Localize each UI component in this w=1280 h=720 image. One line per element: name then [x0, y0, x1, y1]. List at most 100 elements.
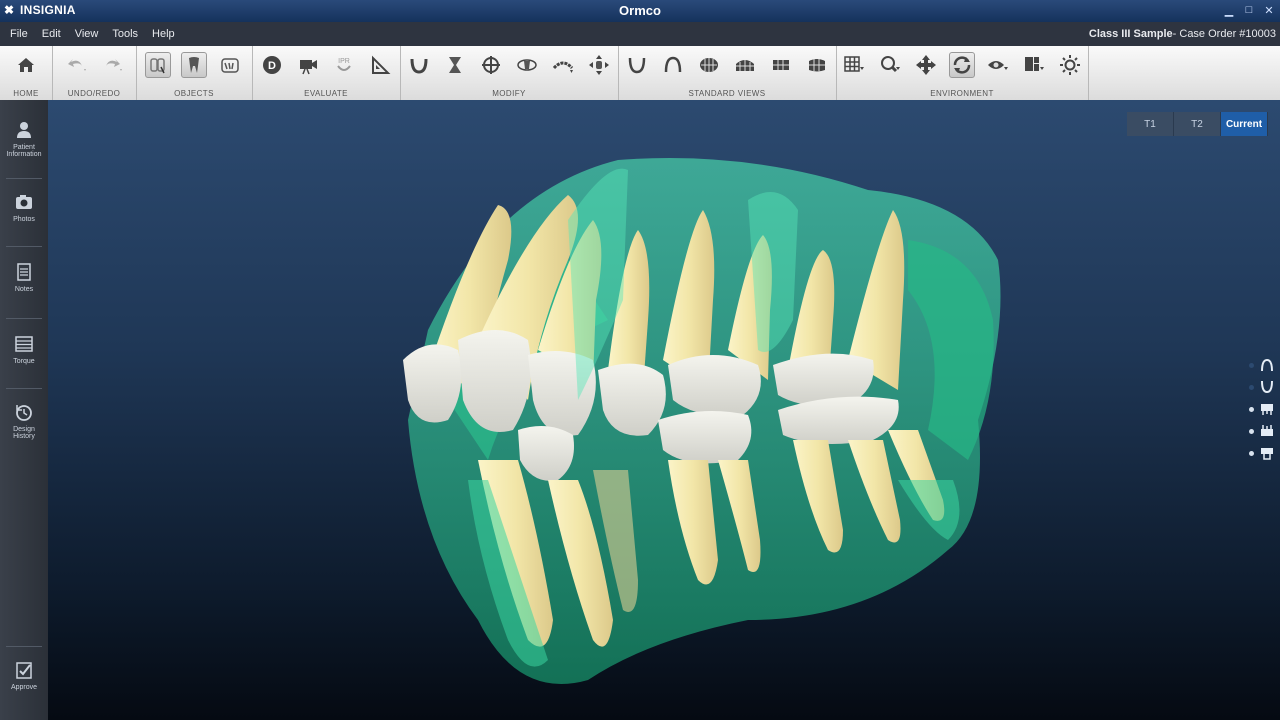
- lower-arch-toggle[interactable]: [1249, 378, 1274, 396]
- sidebar-item-design-history[interactable]: Design History: [4, 396, 44, 460]
- case-name: Class III Sample: [1088, 28, 1173, 40]
- rotate-tooth-icon: [517, 59, 537, 71]
- sidebar-item-patient-information[interactable]: Patient Information: [4, 114, 44, 178]
- view-front-button[interactable]: [696, 52, 722, 78]
- spacing-button[interactable]: [442, 52, 468, 78]
- zoom-button[interactable]: [877, 52, 903, 78]
- sidebar-divider: [6, 246, 42, 247]
- undo-icon: [68, 59, 86, 71]
- group-label: HOME: [13, 89, 39, 98]
- lighting-button[interactable]: [1057, 52, 1083, 78]
- lower-teeth-toggle[interactable]: [1249, 422, 1274, 440]
- view-right-button[interactable]: [768, 52, 794, 78]
- sidebar-item-label: Notes: [14, 286, 34, 293]
- svg-text:IPR: IPR: [338, 58, 350, 65]
- view-left-button[interactable]: [804, 52, 830, 78]
- lower-teeth-icon: [1261, 425, 1273, 436]
- lower-crown: [658, 411, 752, 464]
- objects-arch-button[interactable]: [217, 52, 243, 78]
- layout-icon: [1025, 57, 1044, 71]
- timepoint-tabs: T1 T2 Current: [1127, 112, 1268, 136]
- lower-arch-icon: [628, 57, 646, 74]
- tab-current[interactable]: Current: [1221, 112, 1268, 136]
- layout-button[interactable]: [1021, 52, 1047, 78]
- group-label: MODIFY: [492, 89, 526, 98]
- close-icon[interactable]: ✕: [1262, 2, 1276, 18]
- distance-button[interactable]: D: [259, 52, 285, 78]
- sidebar-divider: [6, 178, 42, 179]
- menu-view[interactable]: View: [75, 28, 99, 40]
- objects-teeth-button[interactable]: [145, 52, 171, 78]
- group-label: UNDO/REDO: [67, 89, 121, 98]
- arch-teeth-button[interactable]: [550, 52, 576, 78]
- window-title: Ormco: [619, 3, 661, 18]
- teeth-set-icon: [150, 58, 165, 74]
- rotate-tooth-button[interactable]: [514, 52, 540, 78]
- group-modify: MODIFY: [400, 46, 619, 100]
- sidebar-item-label: Design History: [13, 426, 35, 440]
- view-back-button[interactable]: [732, 52, 758, 78]
- video-camera-icon: [300, 60, 317, 75]
- visibility-button[interactable]: [985, 52, 1011, 78]
- menu-file[interactable]: File: [10, 28, 28, 40]
- attachments-icon: [1261, 448, 1273, 460]
- move-tooth-icon: [589, 55, 609, 75]
- redo-button[interactable]: [99, 52, 125, 78]
- left-sidebar: Patient Information Photos Notes Torque …: [0, 100, 49, 720]
- view-maxillary-button[interactable]: [660, 52, 686, 78]
- maximize-icon[interactable]: □: [1242, 2, 1256, 18]
- set-square-icon: [372, 55, 391, 74]
- lower-arch-icon: [1261, 380, 1273, 394]
- attachments-toggle[interactable]: [1249, 444, 1274, 462]
- view-mandibular-button[interactable]: [624, 52, 650, 78]
- group-label: STANDARD VIEWS: [688, 89, 766, 98]
- sidebar-item-photos[interactable]: Photos: [4, 186, 44, 250]
- back-view-icon: [736, 60, 754, 71]
- measure-button[interactable]: [367, 52, 393, 78]
- arch-form-button[interactable]: [406, 52, 432, 78]
- grid-button[interactable]: [841, 52, 867, 78]
- move-tooth-button[interactable]: [586, 52, 612, 78]
- toggle-indicator: [1249, 384, 1254, 390]
- d-circle-icon: D: [263, 56, 281, 74]
- target-button[interactable]: [478, 52, 504, 78]
- svg-text:D: D: [268, 60, 276, 72]
- camera-view-button[interactable]: [295, 52, 321, 78]
- dental-model[interactable]: [48, 100, 1280, 720]
- ipr-icon: IPR: [337, 58, 351, 71]
- upper-arch-icon: [664, 56, 682, 73]
- objects-tooth-button[interactable]: [181, 52, 207, 78]
- undo-button[interactable]: [63, 52, 89, 78]
- sidebar-item-torque[interactable]: Torque: [4, 328, 44, 392]
- sidebar-item-notes[interactable]: Notes: [4, 256, 44, 320]
- menu-tools[interactable]: Tools: [112, 28, 138, 40]
- sidebar-item-label: Photos: [13, 216, 35, 223]
- hourglass-icon: [449, 57, 461, 73]
- ipr-button[interactable]: IPR: [331, 52, 357, 78]
- target-icon: [482, 56, 500, 74]
- 3d-viewport[interactable]: T1 T2 Current: [48, 100, 1280, 720]
- rotate-view-button[interactable]: [949, 52, 975, 78]
- arch-visibility-selector: [1249, 356, 1274, 462]
- home-button[interactable]: [13, 52, 39, 78]
- sidebar-item-label: Patient Information: [6, 144, 42, 158]
- tab-t2[interactable]: T2: [1174, 112, 1221, 136]
- group-home: HOME: [0, 46, 53, 100]
- group-evaluate: D IPR EVALUATE: [252, 46, 401, 100]
- sidebar-item-approve[interactable]: Approve: [4, 654, 44, 718]
- upper-arch-toggle[interactable]: [1249, 356, 1274, 374]
- toggle-indicator: [1249, 406, 1254, 412]
- menu-help[interactable]: Help: [152, 28, 175, 40]
- upper-teeth-toggle[interactable]: [1249, 400, 1274, 418]
- sidebar-item-label: Approve: [10, 684, 38, 691]
- pan-button[interactable]: [913, 52, 939, 78]
- sidebar-item-label: Torque: [13, 358, 35, 365]
- minimize-icon[interactable]: ▁: [1222, 2, 1236, 18]
- group-environment: ENVIRONMENT: [836, 46, 1089, 100]
- group-label: OBJECTS: [174, 89, 214, 98]
- menu-edit[interactable]: Edit: [42, 28, 61, 40]
- table-icon: [15, 336, 33, 352]
- rotate-icon: [953, 56, 971, 74]
- tab-t1[interactable]: T1: [1127, 112, 1174, 136]
- approve-icon: [16, 662, 32, 679]
